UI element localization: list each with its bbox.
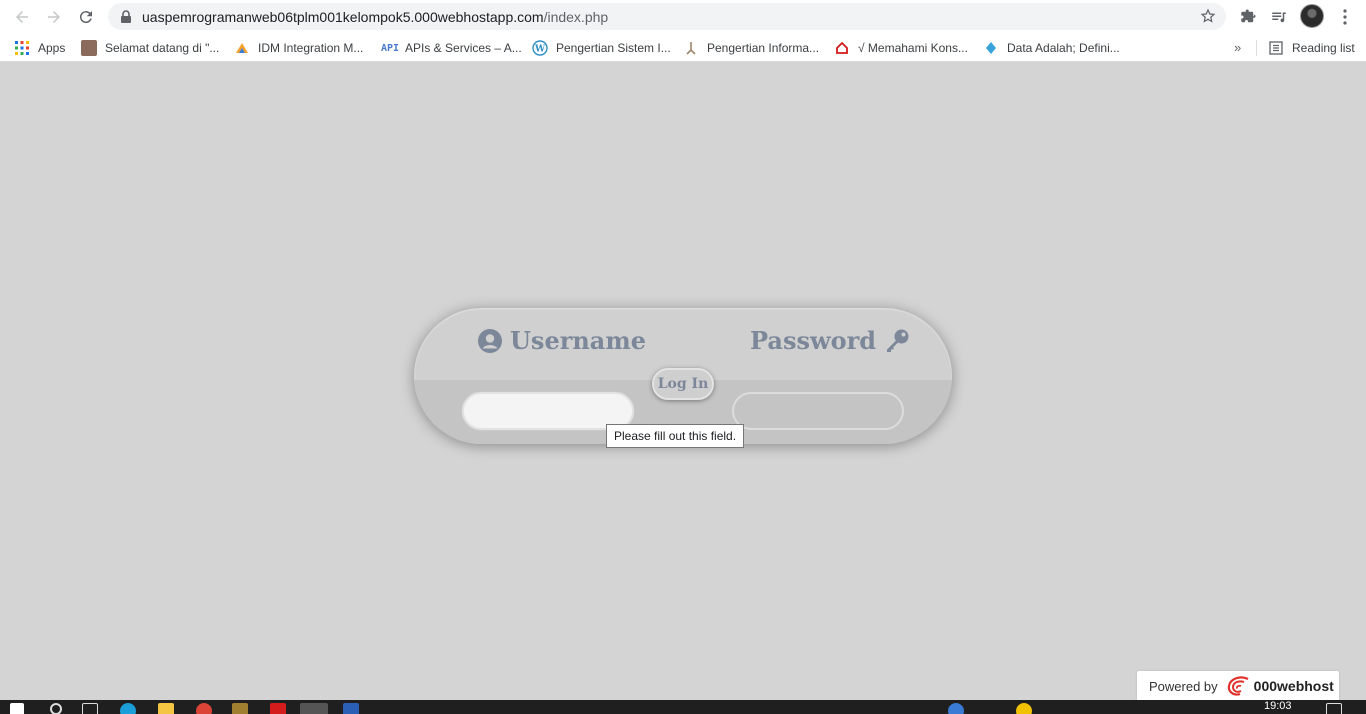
app-icon[interactable] bbox=[232, 703, 248, 714]
bookmark-label: IDM Integration M... bbox=[258, 41, 364, 55]
bookmark-apps[interactable]: Apps bbox=[14, 40, 65, 56]
bookmark-label: Pengertian Sistem I... bbox=[556, 41, 671, 55]
app-icon[interactable] bbox=[270, 703, 286, 714]
site-favicon bbox=[683, 40, 699, 56]
bookmark-memahami-konsep[interactable]: √ Memahami Kons... bbox=[834, 40, 968, 56]
bookmark-label: Selamat datang di "... bbox=[105, 41, 220, 55]
os-taskbar: 19:03 bbox=[0, 700, 1366, 714]
browser-toolbar: uaspemrogramanweb06tplm001kelompok5.000w… bbox=[0, 0, 1366, 33]
bookmark-star-icon[interactable] bbox=[1200, 8, 1216, 29]
000webhost-logo-icon bbox=[1226, 676, 1250, 696]
task-view-icon[interactable] bbox=[82, 703, 98, 714]
reading-list-label: Reading list bbox=[1292, 41, 1355, 55]
reading-list-button[interactable]: Reading list bbox=[1268, 40, 1355, 56]
password-label-text: Password bbox=[750, 326, 877, 355]
bookmark-label: Apps bbox=[38, 41, 66, 55]
password-label: Password bbox=[750, 326, 910, 355]
reload-icon bbox=[79, 11, 92, 24]
powered-by-brand: 000webhost bbox=[1253, 678, 1334, 694]
bookmark-pengertian-informasi[interactable]: Pengertian Informa... bbox=[683, 40, 819, 56]
lock-icon bbox=[120, 10, 132, 28]
active-app-icon[interactable] bbox=[300, 703, 328, 714]
password-input[interactable] bbox=[732, 392, 904, 430]
page-body: Username Password Log In Please fill out… bbox=[0, 63, 1366, 701]
reload-button[interactable] bbox=[74, 5, 98, 29]
arrow-right-icon bbox=[48, 11, 60, 23]
bookmark-data-adalah[interactable]: Data Adalah; Defini... bbox=[983, 40, 1120, 56]
edge-icon[interactable] bbox=[120, 703, 136, 714]
wordpress-icon: W bbox=[532, 40, 548, 56]
chrome-icon[interactable] bbox=[196, 703, 212, 714]
bookmark-selamat-datang[interactable]: Selamat datang di "... bbox=[81, 40, 219, 56]
word-icon[interactable] bbox=[343, 703, 359, 714]
back-button[interactable] bbox=[10, 5, 34, 29]
bookmarks-bar: Apps Selamat datang di "... IDM Integrat… bbox=[0, 33, 1366, 62]
key-icon bbox=[884, 328, 910, 354]
site-favicon bbox=[983, 40, 999, 56]
weather-icon[interactable] bbox=[1016, 703, 1032, 714]
search-icon[interactable] bbox=[50, 703, 62, 714]
more-bookmarks-chevron-icon[interactable]: » bbox=[1234, 40, 1241, 55]
url-host: uaspemrogramanweb06tplm001kelompok5.000w… bbox=[142, 9, 544, 25]
idm-icon bbox=[234, 40, 250, 56]
bookmarks-divider bbox=[1256, 40, 1257, 56]
home-icon bbox=[834, 40, 850, 56]
notification-icon[interactable] bbox=[1326, 703, 1342, 714]
tray-icon[interactable] bbox=[948, 703, 964, 714]
username-label-text: Username bbox=[510, 326, 647, 355]
powered-by-badge[interactable]: Powered by 000webhost bbox=[1137, 671, 1339, 701]
file-explorer-icon[interactable] bbox=[158, 703, 174, 714]
extensions-icon[interactable] bbox=[1237, 6, 1259, 28]
username-label: Username bbox=[478, 326, 646, 355]
user-circle-icon bbox=[478, 328, 502, 353]
site-favicon bbox=[81, 40, 97, 56]
bookmark-label: APIs & Services – A... bbox=[405, 41, 522, 55]
kebab-menu-icon[interactable] bbox=[1334, 6, 1356, 28]
address-bar[interactable]: uaspemrogramanweb06tplm001kelompok5.000w… bbox=[108, 3, 1226, 30]
bookmark-label: Data Adalah; Defini... bbox=[1007, 41, 1120, 55]
url-path: /index.php bbox=[543, 9, 609, 25]
windows-start-icon[interactable] bbox=[10, 703, 24, 714]
reading-list-icon bbox=[1268, 40, 1284, 56]
forward-button[interactable] bbox=[42, 5, 66, 29]
validation-tooltip: Please fill out this field. bbox=[606, 424, 745, 448]
svg-text:W: W bbox=[534, 45, 546, 55]
url-text: uaspemrogramanweb06tplm001kelompok5.000w… bbox=[142, 9, 608, 25]
bookmark-idm-integration[interactable]: IDM Integration M... bbox=[234, 40, 363, 56]
bookmark-pengertian-sistem[interactable]: W Pengertian Sistem I... bbox=[532, 40, 671, 56]
api-icon: API bbox=[380, 42, 400, 54]
login-button[interactable]: Log In bbox=[652, 368, 714, 400]
bookmark-label: Pengertian Informa... bbox=[707, 41, 820, 55]
bookmark-label: √ Memahami Kons... bbox=[858, 41, 968, 55]
apps-grid-icon bbox=[14, 40, 30, 56]
profile-avatar[interactable] bbox=[1300, 4, 1324, 28]
bookmark-apis-services[interactable]: API APIs & Services – A... bbox=[381, 40, 522, 56]
powered-by-text: Powered by bbox=[1149, 678, 1218, 694]
media-control-icon[interactable] bbox=[1268, 6, 1290, 28]
arrow-left-icon bbox=[16, 11, 28, 23]
clock-time[interactable]: 19:03 bbox=[1264, 700, 1292, 712]
